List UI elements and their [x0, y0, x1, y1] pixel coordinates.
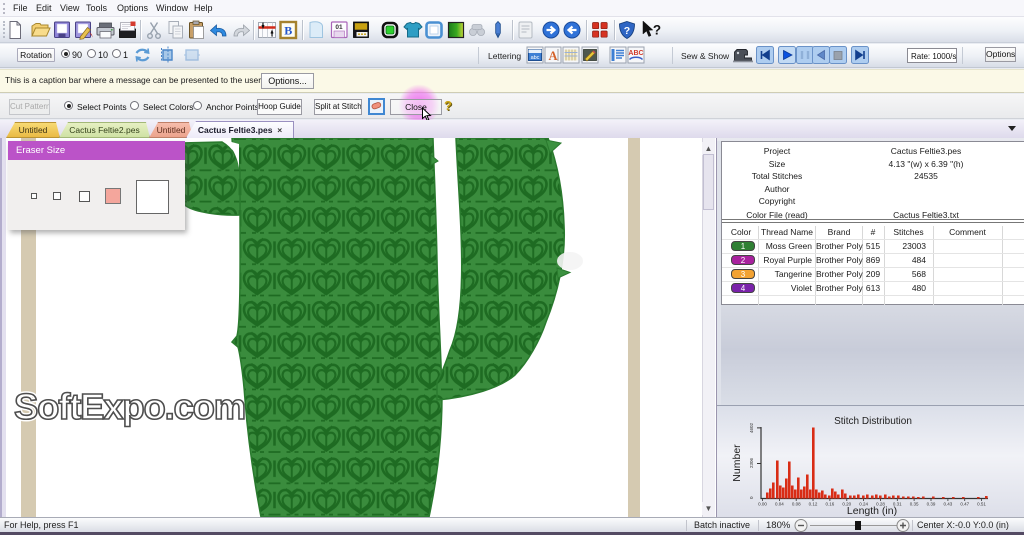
svg-text:?: ?: [624, 25, 630, 37]
svg-text:ABC: ABC: [628, 50, 643, 57]
svg-text:2306: 2306: [749, 457, 754, 468]
svg-text:?: ?: [653, 23, 661, 38]
svg-text:01: 01: [335, 24, 343, 31]
svg-text:0.39: 0.39: [927, 502, 936, 507]
svg-text:abc: abc: [531, 55, 540, 61]
svg-text:0.24: 0.24: [859, 502, 868, 507]
svg-text:0.47: 0.47: [960, 502, 969, 507]
svg-text:4602: 4602: [749, 422, 754, 433]
svg-text:0.08: 0.08: [792, 502, 801, 507]
svg-text:0.00: 0.00: [758, 502, 767, 507]
svg-text:0.16: 0.16: [826, 502, 835, 507]
svg-text:Stitch Distribution: Stitch Distribution: [834, 416, 912, 427]
svg-text:0.35: 0.35: [910, 502, 919, 507]
svg-text:A: A: [548, 49, 557, 63]
svg-text:0.12: 0.12: [809, 502, 818, 507]
svg-text:0.20: 0.20: [842, 502, 851, 507]
svg-text:0.43: 0.43: [944, 502, 953, 507]
svg-text:B: B: [284, 24, 292, 38]
svg-text:0.04: 0.04: [775, 502, 784, 507]
svg-text:0: 0: [749, 496, 754, 499]
svg-text:0.31: 0.31: [893, 502, 902, 507]
svg-text:0.51: 0.51: [977, 502, 986, 507]
svg-text:Number: Number: [731, 444, 743, 482]
svg-text:Length (in): Length (in): [847, 505, 897, 517]
svg-text:0.28: 0.28: [876, 502, 885, 507]
